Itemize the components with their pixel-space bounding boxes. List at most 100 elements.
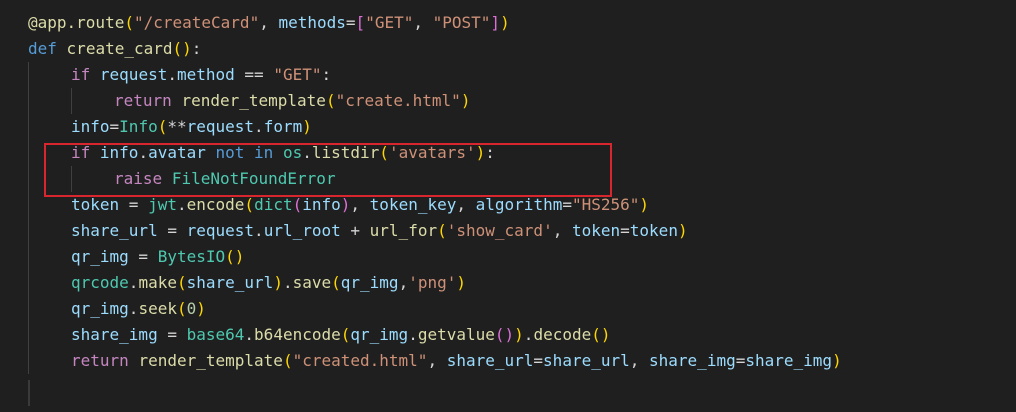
code-token: return: [71, 351, 129, 370]
indent-guide: [28, 62, 29, 88]
code-token: (: [331, 273, 341, 292]
code-token: (: [244, 195, 255, 214]
code-token: 'png': [408, 273, 457, 292]
code-token: (): [225, 247, 245, 266]
code-token: ,: [350, 195, 370, 214]
code-token: ,: [456, 195, 476, 214]
code-token: .: [282, 273, 293, 292]
code-token: url_root: [263, 221, 341, 240]
code-token: (): [172, 39, 192, 58]
code-token: render_template: [138, 351, 283, 370]
code-token: (: [124, 13, 134, 32]
code-token: 'show_card': [446, 221, 553, 240]
indent-guide: [28, 348, 29, 374]
code-token: .: [254, 117, 264, 136]
code-line: qr_img.seek(0): [71, 296, 206, 322]
code-token: info: [71, 117, 110, 136]
code-token: (: [176, 299, 187, 318]
code-token: **: [167, 117, 187, 136]
code-token: token: [71, 195, 120, 214]
code-token: ,: [413, 13, 433, 32]
code-line: return render_template("created.html", s…: [71, 348, 842, 374]
code-editor[interactable]: @app.route("/createCard", methods=["GET"…: [0, 0, 1016, 412]
code-token: .: [523, 325, 534, 344]
code-token: .: [128, 273, 139, 292]
code-line: @app.route("/createCard", methods=["GET"…: [28, 10, 510, 36]
code-token: ): [340, 195, 351, 214]
code-token: qr_img: [350, 325, 409, 344]
code-token: ): [456, 273, 467, 292]
code-token: .: [176, 195, 187, 214]
code-token: "/createCard": [133, 13, 260, 32]
code-token: request: [186, 221, 255, 240]
code-token: (: [437, 221, 447, 240]
indent-guide: [28, 296, 29, 322]
highlight-box: [44, 143, 612, 197]
code-token: render_template: [181, 91, 326, 110]
code-token: "GET": [365, 13, 414, 32]
code-token: ): [302, 117, 312, 136]
code-token: .: [254, 221, 264, 240]
code-token: (: [157, 117, 168, 136]
code-token: qr_img: [340, 273, 399, 292]
code-token: dict: [254, 195, 293, 214]
code-token: .: [408, 325, 418, 344]
code-token: ): [196, 299, 206, 318]
code-token: (: [325, 91, 336, 110]
code-token: share_img: [649, 351, 736, 370]
indent-guide: [28, 244, 29, 270]
code-token: request: [186, 117, 255, 136]
code-token: Info: [119, 117, 158, 136]
code-token: share_url: [186, 273, 274, 292]
code-token: encode: [186, 195, 245, 214]
code-token: =: [345, 13, 356, 32]
indent-guide: [28, 88, 29, 114]
code-token: ,: [259, 13, 279, 32]
code-token: (: [176, 273, 187, 292]
indent-guide: [28, 270, 29, 296]
code-line: share_url = request.url_root + url_for('…: [71, 218, 688, 244]
code-token: =: [562, 195, 572, 214]
code-token: algorithm: [475, 195, 563, 214]
code-token: decode: [533, 325, 592, 344]
code-line: def create_card():: [28, 36, 201, 62]
code-token: ): [677, 221, 688, 240]
code-token: .: [244, 325, 255, 344]
text-cursor: [28, 380, 30, 406]
code-token: =: [128, 247, 158, 266]
code-token: BytesIO: [157, 247, 226, 266]
code-token: qr_img: [71, 299, 129, 318]
code-token: getvalue: [417, 325, 495, 344]
indent-guide: [28, 114, 29, 140]
indent-guide: [71, 88, 72, 114]
code-token: =: [109, 117, 120, 136]
code-token: (: [292, 195, 303, 214]
code-token: =: [620, 221, 630, 240]
code-token: token_key: [369, 195, 457, 214]
code-token: methods: [278, 13, 346, 32]
code-token: base64: [186, 325, 245, 344]
code-line: share_img = base64.b64encode(qr_img.getv…: [71, 322, 611, 348]
code-line: info=Info(**request.form): [71, 114, 312, 140]
code-line: return render_template("create.html"): [114, 88, 470, 114]
indent-guide: [28, 140, 29, 166]
code-token: qr_img: [71, 247, 129, 266]
code-token: ,: [427, 351, 447, 370]
code-token: (): [591, 325, 611, 344]
code-token: make: [138, 273, 177, 292]
code-line: qr_img = BytesIO(): [71, 244, 244, 270]
code-token: ==: [234, 65, 274, 84]
code-token: (): [494, 325, 515, 344]
code-token: +: [340, 221, 370, 240]
code-token: "POST": [432, 13, 491, 32]
code-token: form: [263, 117, 303, 136]
code-token: .: [167, 65, 177, 84]
code-token: share_url: [543, 351, 630, 370]
code-token: "create.html": [335, 91, 461, 110]
code-token: "HS256": [571, 195, 640, 214]
code-token: =: [735, 351, 746, 370]
code-token: (: [340, 325, 351, 344]
